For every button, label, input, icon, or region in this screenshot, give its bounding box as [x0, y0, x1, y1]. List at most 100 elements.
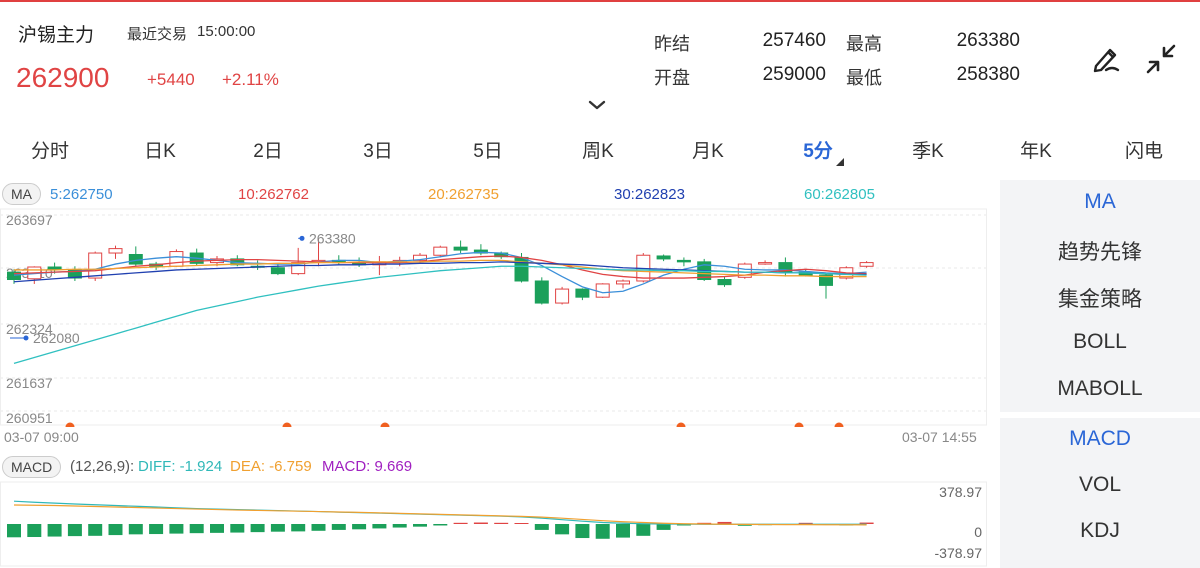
- candle: [128, 246, 143, 267]
- candle: [27, 266, 42, 284]
- tab-6[interactable]: 月K: [668, 136, 748, 163]
- side-main-indicator[interactable]: MABOLL: [1000, 377, 1200, 401]
- side-sub-indicator[interactable]: VOL: [1000, 473, 1200, 497]
- macd-indicator-tag[interactable]: MACD: [2, 456, 62, 478]
- macd-bar: [311, 524, 326, 531]
- price-change: +5440: [147, 70, 195, 89]
- ma-line-60: [13, 265, 867, 364]
- macd-bar: [7, 524, 21, 538]
- side-main-indicator[interactable]: 趋势先锋: [1000, 236, 1200, 266]
- event-marker: [380, 422, 390, 427]
- candle: [737, 262, 752, 279]
- candle: [250, 260, 265, 270]
- macd-bar: [230, 524, 245, 533]
- candle: [616, 279, 630, 289]
- macd-bar: [250, 524, 265, 533]
- open-label: 开盘: [654, 68, 690, 88]
- macd-chart[interactable]: [0, 480, 998, 568]
- high-value: 263380: [956, 30, 1020, 51]
- macd-axis-zero: 0: [974, 524, 982, 540]
- candle: [169, 249, 184, 268]
- side-main-indicator[interactable]: MA: [1000, 190, 1200, 214]
- macd-bar: [453, 522, 468, 524]
- macd-bar: [47, 524, 62, 537]
- quote-header: 沪锡主力 最近交易 15:00:00 262900 +5440 +2.11% 昨…: [0, 2, 1200, 120]
- candle: [189, 248, 204, 266]
- macd-params: (12,26,9):: [70, 458, 135, 475]
- macd-bar: [636, 524, 651, 536]
- macd-bar: [149, 524, 164, 535]
- tab-8[interactable]: 季K: [888, 136, 968, 163]
- macd-bar: [352, 524, 367, 530]
- macd-bar: [494, 522, 509, 524]
- side-sub-indicator[interactable]: MACD: [1000, 427, 1200, 451]
- prev-close-value: 257460: [762, 30, 826, 51]
- macd-bar: [331, 524, 346, 530]
- tab-3[interactable]: 3日: [338, 136, 418, 163]
- prev-close-label: 昨结: [654, 34, 690, 54]
- macd-bar: [473, 522, 488, 524]
- collapse-fullscreen-icon[interactable]: [1144, 42, 1178, 76]
- macd-bar: [270, 524, 285, 532]
- draw-pen-icon[interactable]: [1090, 42, 1122, 74]
- ma-legend-item: 30:262823: [614, 186, 685, 203]
- candle: [473, 244, 488, 256]
- ma-legend-item: 5:262750: [50, 186, 113, 203]
- macd-axis-bottom: -378.97: [934, 545, 982, 561]
- macd-bar: [595, 524, 610, 539]
- chevron-down-icon[interactable]: [586, 98, 608, 112]
- event-marker: [834, 422, 844, 427]
- low-marker-dot: [23, 335, 29, 341]
- tab-10[interactable]: 闪电: [1104, 136, 1184, 163]
- high-annotation: 263380: [309, 230, 356, 246]
- side-panel-divider: [1000, 412, 1200, 418]
- tab-4[interactable]: 5日: [448, 136, 528, 163]
- macd-diff-line: [13, 500, 867, 525]
- macd-axis-top: 378.97: [939, 484, 982, 500]
- candle: [534, 277, 549, 305]
- macd-bar: [433, 524, 448, 526]
- side-main-indicator[interactable]: BOLL: [1000, 330, 1200, 354]
- price-change-percent: +2.11%: [222, 70, 279, 89]
- event-marker: [282, 422, 292, 427]
- candle: [108, 245, 123, 259]
- high-label: 最高: [846, 34, 882, 54]
- tab-9[interactable]: 年K: [996, 136, 1076, 163]
- macd-bar: [392, 524, 407, 528]
- macd-bar: [656, 524, 671, 530]
- tab-1[interactable]: 日K: [120, 136, 200, 163]
- tab-2[interactable]: 2日: [228, 136, 308, 163]
- ma-legend-item: 10:262762: [238, 186, 309, 203]
- open-value: 259000: [762, 64, 826, 85]
- macd-bar: [514, 523, 529, 524]
- contract-name: 沪锡主力: [18, 25, 95, 46]
- candle: [758, 260, 773, 265]
- last-trade-label: 最近交易: [127, 26, 188, 43]
- macd-bar: [210, 524, 224, 533]
- tab-dropdown-caret-icon[interactable]: [836, 158, 844, 166]
- candle: [656, 254, 671, 262]
- macd-bar: [189, 524, 204, 534]
- candlestick-chart[interactable]: 263380 262080: [0, 205, 998, 427]
- tab-7[interactable]: 5分: [778, 136, 858, 163]
- chart-frame: [0, 208, 987, 426]
- last-trade-time: 15:00:00: [197, 23, 256, 40]
- low-label: 最低: [846, 68, 882, 88]
- tab-0[interactable]: 分时: [10, 136, 90, 163]
- candle: [575, 288, 590, 301]
- side-main-indicator[interactable]: 集金策略: [1000, 283, 1200, 313]
- event-marker: [676, 422, 686, 427]
- macd-bar: [534, 524, 549, 530]
- ma-legend-item: 60:262805: [804, 186, 875, 203]
- candle: [372, 255, 387, 276]
- ma-indicator-tag[interactable]: MA: [2, 183, 41, 205]
- candle: [676, 257, 691, 267]
- side-sub-indicator[interactable]: KDJ: [1000, 519, 1200, 543]
- candle: [555, 286, 570, 305]
- time-axis-end: 03-07 14:55: [902, 429, 977, 445]
- tab-5[interactable]: 周K: [558, 136, 638, 163]
- macd-bar: [555, 524, 570, 535]
- macd-bar: [128, 524, 143, 535]
- candle: [595, 283, 610, 298]
- macd-bar: [413, 524, 427, 527]
